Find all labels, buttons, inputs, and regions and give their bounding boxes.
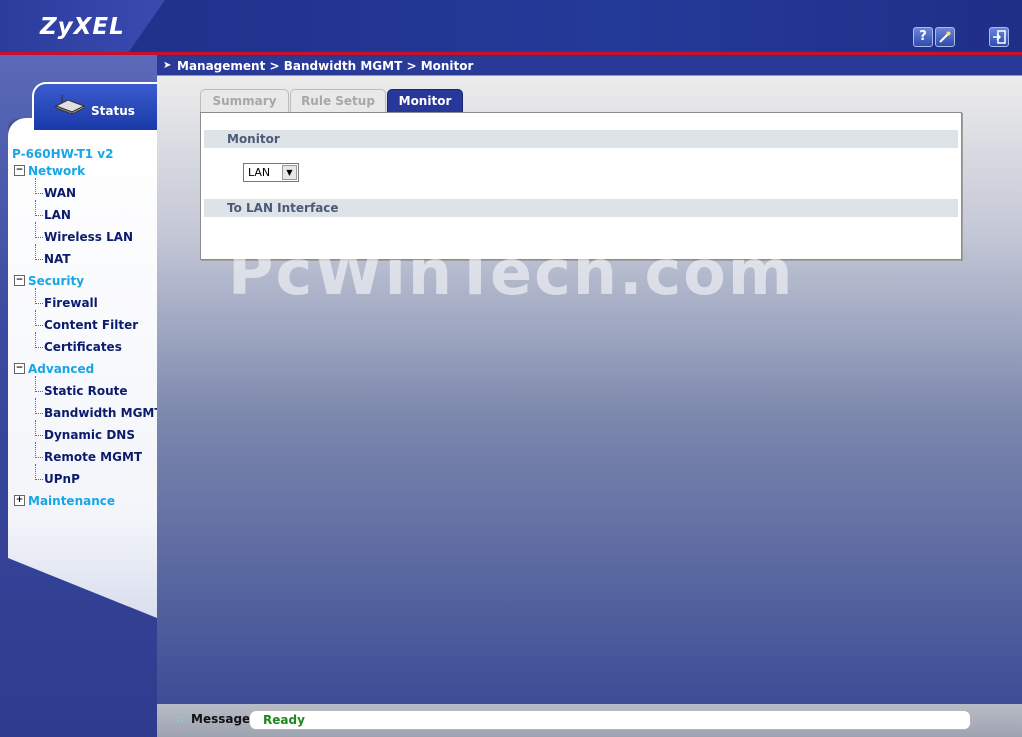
nav-item-dynamic-dns[interactable]: Dynamic DNS [44, 428, 135, 442]
message-bar: Message Ready [157, 704, 1022, 737]
tree-line [35, 420, 43, 436]
status-tab[interactable]: Status [32, 82, 159, 130]
nav-item-remote-mgmt[interactable]: Remote MGMT [44, 450, 142, 464]
tree-line [35, 310, 43, 326]
tab-monitor[interactable]: Monitor [387, 89, 463, 112]
tree-line [35, 200, 43, 216]
collapse-icon[interactable]: − [14, 165, 25, 176]
device-model: P-660HW-T1 v2 [12, 147, 114, 161]
nav-category-network[interactable]: − Network [14, 164, 85, 178]
nav-item-firewall[interactable]: Firewall [44, 296, 98, 310]
logout-icon[interactable] [989, 27, 1009, 47]
nav-item-wireless-lan[interactable]: Wireless LAN [44, 230, 133, 244]
message-label: Message [191, 712, 251, 726]
section-title: To LAN Interface [227, 201, 339, 215]
status-label: Status [91, 104, 135, 118]
message-box: Ready [249, 710, 971, 730]
nav-item-bandwidth-mgmt[interactable]: Bandwidth MGMT [44, 406, 163, 420]
breadcrumb-bar: ➤ Management > Bandwidth MGMT > Monitor [157, 57, 1022, 76]
category-label: Security [28, 274, 85, 288]
breadcrumb: Management > Bandwidth MGMT > Monitor [177, 59, 474, 73]
section-title: Monitor [227, 132, 280, 146]
tree-line [35, 244, 43, 260]
category-label: Network [28, 164, 86, 178]
tree-line [35, 332, 43, 348]
help-icon[interactable]: ? [913, 27, 933, 47]
nav-item-content-filter[interactable]: Content Filter [44, 318, 138, 332]
arrow-icon: ➤ [163, 60, 172, 71]
router-icon [54, 95, 86, 114]
header-bar: ZyXEL ? [0, 0, 1022, 52]
tab-summary[interactable]: Summary [200, 89, 289, 112]
tree-line [35, 222, 43, 238]
collapse-icon[interactable]: − [14, 275, 25, 286]
message-icon [176, 715, 185, 724]
tree-line [35, 288, 43, 304]
zyxel-logo: ZyXEL [40, 14, 125, 40]
nav-item-lan[interactable]: LAN [44, 208, 71, 222]
nav-item-wan[interactable]: WAN [44, 186, 76, 200]
select-value: LAN [248, 166, 271, 179]
nav-item-certificates[interactable]: Certificates [44, 340, 122, 354]
chevron-down-icon[interactable]: ▼ [282, 165, 297, 180]
nav-item-nat[interactable]: NAT [44, 252, 71, 266]
nav-item-upnp[interactable]: UPnP [44, 472, 80, 486]
nav-category-maintenance[interactable]: + Maintenance [14, 494, 115, 508]
nav-category-security[interactable]: − Security [14, 274, 84, 288]
nav-category-advanced[interactable]: − Advanced [14, 362, 94, 376]
tree-line [35, 442, 43, 458]
collapse-icon[interactable]: − [14, 363, 25, 374]
tree-line [35, 464, 43, 480]
tree-line [35, 178, 43, 194]
nav-item-static-route[interactable]: Static Route [44, 384, 128, 398]
section-header-monitor: Monitor [204, 130, 958, 148]
category-label: Maintenance [28, 494, 116, 508]
wizard-icon[interactable] [935, 27, 955, 47]
section-header-to-lan: To LAN Interface [204, 199, 958, 217]
watermark: PcWinTech.com [228, 236, 795, 309]
tree-line [35, 376, 43, 392]
tab-rule-setup[interactable]: Rule Setup [290, 89, 386, 112]
message-text: Ready [263, 713, 305, 727]
expand-icon[interactable]: + [14, 495, 25, 506]
tree-line [35, 398, 43, 414]
interface-select[interactable]: LAN ▼ [243, 163, 299, 182]
category-label: Advanced [28, 362, 95, 376]
